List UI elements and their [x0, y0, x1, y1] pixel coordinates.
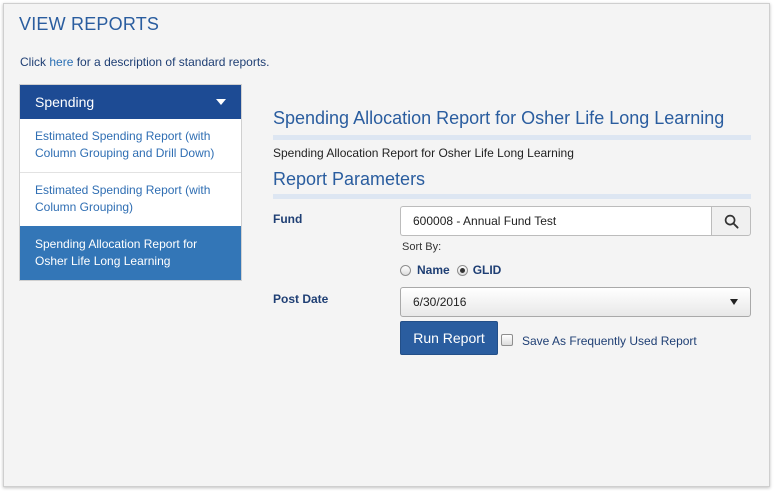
intro-text: Click here for a description of standard…	[20, 55, 270, 69]
sort-name-label: Name	[417, 263, 450, 277]
description-link[interactable]: here	[49, 55, 73, 69]
sort-glid-radio[interactable]	[456, 264, 468, 276]
search-icon	[724, 214, 739, 229]
sort-name-radio[interactable]	[400, 264, 411, 276]
sidebar-item-estimated-spending-grouping[interactable]: Estimated Spending Report (with Column G…	[20, 172, 241, 226]
fund-value: 600008 - Annual Fund Test	[413, 214, 557, 228]
sidebar-item-spending-allocation[interactable]: Spending Allocation Report for Osher Lif…	[20, 226, 241, 280]
report-description: Spending Allocation Report for Osher Lif…	[273, 146, 574, 160]
sidebar-item-estimated-spending-drilldown[interactable]: Estimated Spending Report (with Column G…	[20, 119, 241, 172]
post-date-select[interactable]: 6/30/2016	[400, 287, 751, 317]
sidebar-item-label: Estimated Spending Report (with Column G…	[35, 183, 211, 214]
sidebar-category-label: Spending	[35, 94, 95, 110]
chevron-down-icon	[216, 99, 226, 105]
intro-suffix: for a description of standard reports.	[76, 55, 270, 69]
fund-field[interactable]: 600008 - Annual Fund Test	[400, 206, 712, 236]
save-frequent-label: Save As Frequently Used Report	[522, 334, 697, 348]
sort-by-label: Sort By:	[402, 241, 442, 253]
reports-sidebar: Spending Estimated Spending Report (with…	[19, 84, 242, 281]
sort-by-options: Name GLID	[400, 263, 501, 277]
sidebar-item-label: Spending Allocation Report for Osher Lif…	[35, 237, 198, 268]
sidebar-item-label: Estimated Spending Report (with Column G…	[35, 129, 215, 160]
fund-search-button[interactable]	[711, 206, 751, 236]
run-report-button[interactable]: Run Report	[400, 321, 498, 355]
post-date-label: Post Date	[273, 292, 329, 306]
report-title: Spending Allocation Report for Osher Lif…	[273, 108, 751, 140]
app-frame: VIEW REPORTS Click here for a descriptio…	[3, 3, 770, 487]
save-frequent-checkbox[interactable]	[501, 334, 513, 346]
parameters-heading: Report Parameters	[273, 169, 751, 199]
fund-label: Fund	[273, 212, 303, 226]
chevron-down-icon	[730, 299, 738, 305]
page-title: VIEW REPORTS	[19, 14, 160, 34]
post-date-value: 6/30/2016	[413, 295, 467, 309]
sort-glid-label: GLID	[472, 263, 502, 277]
intro-prefix: Click	[20, 55, 46, 69]
sidebar-category-dropdown[interactable]: Spending	[20, 85, 241, 119]
